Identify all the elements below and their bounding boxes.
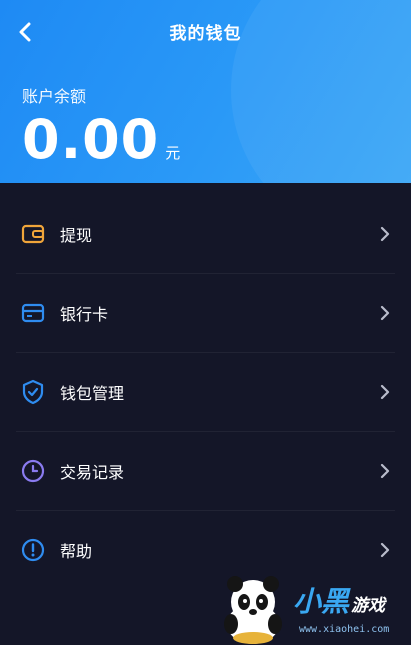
watermark: 小黑 游戏 www.xiaohei.com (215, 572, 411, 645)
chevron-right-icon (380, 384, 390, 400)
chevron-right-icon (380, 542, 390, 558)
watermark-url: www.xiaohei.com (299, 624, 390, 635)
page-title: 我的钱包 (169, 24, 242, 44)
balance-amount: 0.00 (22, 108, 160, 171)
menu-item-label: 帮助 (60, 542, 93, 561)
watermark-brand-main: 小黑 (293, 585, 350, 618)
menu-item-bank-card[interactable]: 银行卡 (16, 274, 395, 353)
chevron-right-icon (380, 305, 390, 321)
clock-icon (20, 458, 46, 484)
menu-item-label: 钱包管理 (60, 384, 125, 403)
menu-item-transactions[interactable]: 交易记录 (16, 432, 395, 511)
menu-item-wallet-management[interactable]: 钱包管理 (16, 353, 395, 432)
chevron-right-icon (380, 463, 390, 479)
balance-unit: 元 (165, 144, 181, 162)
wallet-header: 我的钱包 账户余额 0.00 元 (0, 0, 411, 183)
watermark-brand: 小黑 游戏 (293, 580, 385, 620)
bank-card-icon (20, 300, 46, 326)
menu-item-label: 交易记录 (60, 463, 125, 482)
wallet-menu: 提现 银行卡 钱包管理 交易记录 帮助 (0, 195, 411, 589)
menu-item-label: 银行卡 (60, 305, 109, 324)
chevron-right-icon (380, 226, 390, 242)
menu-item-label: 提现 (60, 226, 93, 245)
balance-label: 账户余额 (22, 87, 87, 106)
balance-display: 0.00 元 (22, 110, 180, 170)
shield-check-icon (20, 379, 46, 405)
panda-logo-icon (224, 576, 282, 644)
info-icon (20, 537, 46, 563)
menu-item-withdraw[interactable]: 提现 (16, 195, 395, 274)
watermark-brand-sub: 游戏 (351, 596, 386, 616)
wallet-icon (20, 221, 46, 247)
